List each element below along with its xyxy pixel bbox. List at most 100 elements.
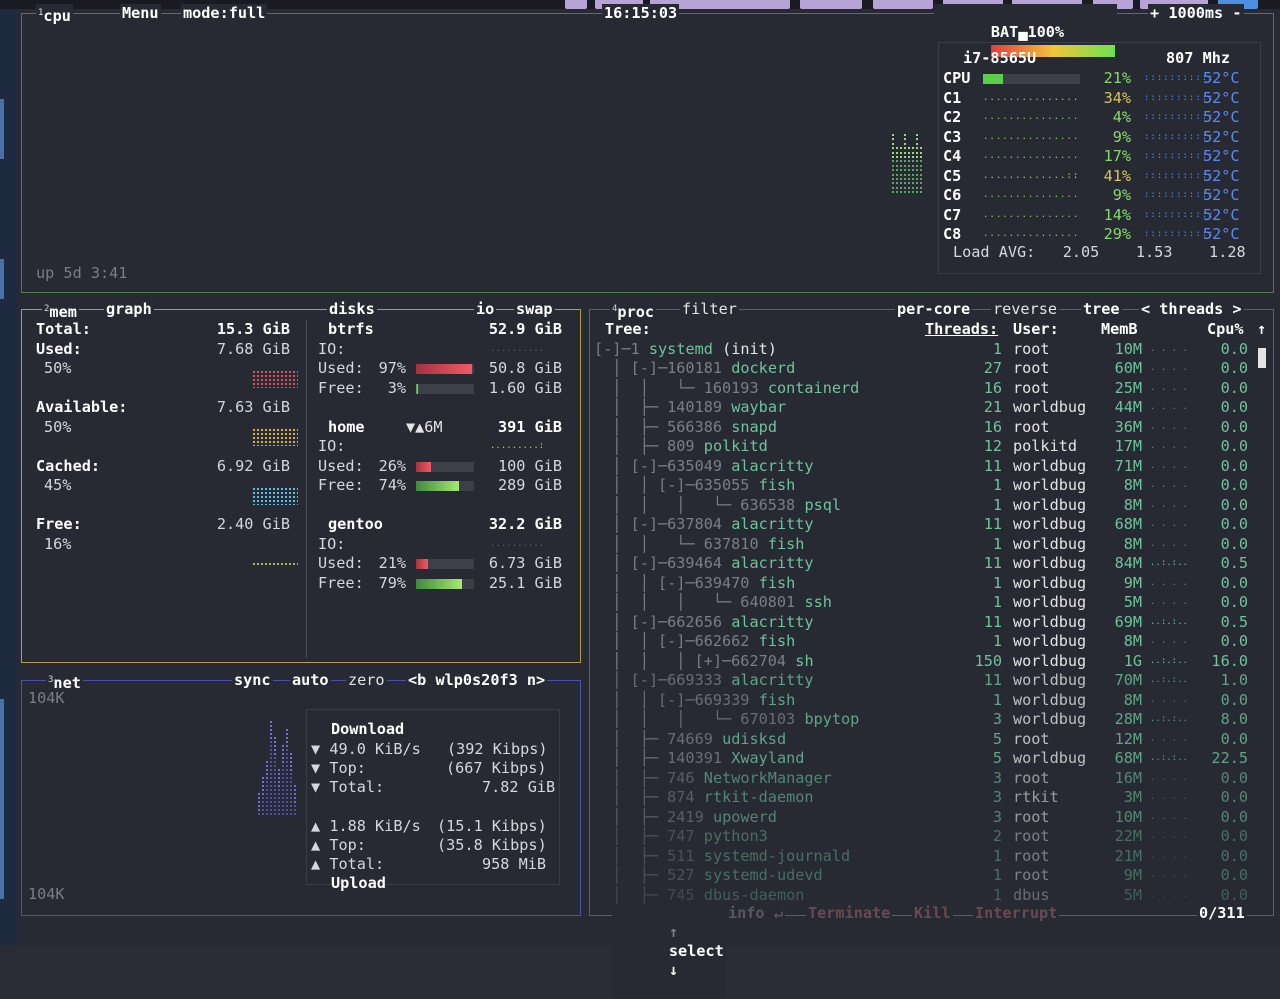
- net-zero-button[interactable]: zero: [346, 671, 387, 690]
- mem-label-1: Used:: [36, 339, 82, 358]
- process-row[interactable]: │ [-]─662656 alacritty 11 worldbug 69M..:.:…: [590, 613, 1260, 633]
- mode-button[interactable]: mode:full: [181, 4, 268, 23]
- process-row[interactable]: │ [-]─669333 alacritty 11 worldbug 70M..:.:…: [590, 671, 1260, 691]
- process-row[interactable]: │ │ └─ 637810 fish 1 worldbug 8M . . . . 0.0: [590, 535, 1260, 555]
- process-row[interactable]: │ [-]─160181 dockerd 27 root 60M . . . . 0.0: [590, 359, 1260, 379]
- core-percent: 9%: [1112, 186, 1131, 204]
- interval-minus-button[interactable]: -: [1232, 4, 1241, 22]
- process-row[interactable]: │ ├─ 511 systemd-journald 1 root 21M . . . .…: [590, 847, 1260, 867]
- process-row[interactable]: │ │ [-]─639470 fish 1 worldbug 9M . . . . 0.0: [590, 574, 1260, 594]
- net-next-button[interactable]: n>: [527, 671, 545, 689]
- core-graph: ..................::::: [983, 151, 1080, 161]
- process-cpu-graph: . . . .: [1150, 538, 1188, 549]
- process-cpu: 0.0: [1220, 437, 1248, 455]
- cpu-freq: 807 Mhz: [1166, 49, 1231, 67]
- process-row[interactable]: │ [-]─637804 alacritty 11 worldbug 68M . . .…: [590, 515, 1260, 535]
- process-threads: 21: [983, 398, 1002, 416]
- process-mem: 25M: [1114, 378, 1142, 397]
- cpu-panel: 1cpu Menu mode:full 16:15:03 BAT▄100% + …: [21, 4, 1274, 293]
- kill-button[interactable]: Kill: [912, 904, 953, 923]
- disks-title[interactable]: disks: [327, 300, 377, 319]
- process-cpu: 0.0: [1220, 339, 1248, 358]
- col-mem-header[interactable]: MemB: [1101, 320, 1138, 340]
- core-temp: 52°C: [1203, 166, 1240, 185]
- core-percent: 34%: [1103, 88, 1131, 107]
- col-threads-header[interactable]: Threads:: [925, 320, 998, 340]
- process-row[interactable]: │ ├─ 2419 upowerd 3 root 10M . . . . 0.0: [590, 808, 1260, 828]
- load-1: 2.05: [1062, 243, 1100, 261]
- process-row[interactable]: [-]─1 systemd (init) 1 root 10M . . . . 0.0: [590, 340, 1260, 360]
- reverse-toggle[interactable]: reverse: [991, 300, 1060, 319]
- process-threads: 11: [983, 612, 1002, 631]
- col-tree-header[interactable]: Tree:: [605, 320, 651, 340]
- process-row[interactable]: │ │ │ └─ 670103 bpytop 3 worldbug 28M..:.:.…: [590, 710, 1260, 730]
- process-threads: 150: [974, 651, 1002, 670]
- mem-graph-toggle[interactable]: graph: [104, 300, 154, 319]
- col-cpu-header[interactable]: Cpu%: [1207, 320, 1244, 340]
- process-tree-prefix: │ │ [-]─635055: [594, 476, 759, 494]
- process-cpu: 0.0: [1220, 456, 1248, 475]
- process-row[interactable]: │ ├─ 140189 waybar 21 worldbug 44M . . . . 0.…: [590, 398, 1260, 418]
- process-row[interactable]: │ ├─ 527 systemd-udevd 1 root 9M . . . . 0.0: [590, 866, 1260, 886]
- core-name: CPU: [943, 69, 971, 87]
- process-cpu: 22.5: [1211, 749, 1248, 767]
- interrupt-button[interactable]: Interrupt: [973, 904, 1060, 923]
- up-rate: 1.88 KiB/s: [329, 817, 421, 835]
- process-row[interactable]: │ │ │ └─ 636538 psql 1 worldbug 8M . . . . 0.…: [590, 496, 1260, 516]
- cpu-title[interactable]: cpu: [43, 7, 70, 25]
- topbar-widget[interactable]: [565, 0, 587, 9]
- menu-button[interactable]: Menu: [120, 4, 161, 23]
- process-row[interactable]: │ │ [-]─662662 fish 1 worldbug 8M . . . . 0.0: [590, 632, 1260, 652]
- topbar-widget[interactable]: [873, 0, 933, 9]
- terminate-button[interactable]: Terminate: [806, 904, 893, 923]
- mem-label-0: Total:: [36, 320, 91, 338]
- core-graph: ...................:::: [983, 209, 1080, 220]
- process-row[interactable]: │ │ └─ 160193 containerd 16 root 25M . . . .…: [590, 379, 1260, 399]
- process-row[interactable]: │ [-]─635049 alacritty 11 worldbug 71M . . .…: [590, 457, 1260, 477]
- topbar-widget[interactable]: [800, 0, 862, 9]
- process-row[interactable]: │ ├─ 745 dbus-daemon 1 dbus 5M . . . . 0.0: [590, 886, 1260, 906]
- select-down-arrow[interactable]: ↓: [669, 961, 678, 979]
- process-user: root: [1013, 846, 1050, 865]
- process-threads: 2: [992, 827, 1002, 845]
- process-cpu: 0.5: [1220, 554, 1248, 572]
- sort-selector[interactable]: < threads >: [1139, 300, 1244, 319]
- process-cpu-graph: ..:.:..: [1150, 714, 1188, 724]
- process-row[interactable]: │ ├─ 874 rtkit-daemon 3 rtkit 3M . . . . 0.0: [590, 788, 1260, 808]
- process-row[interactable]: │ │ │ [+]─662704 sh 150 worldbug 1G..:.:.. 1…: [590, 652, 1260, 672]
- process-name: python3: [703, 827, 768, 845]
- process-row[interactable]: │ ├─ 74669 udisksd 5 root 12M . . . . 0.0: [590, 730, 1260, 750]
- process-row[interactable]: │ │ [-]─635055 fish 1 worldbug 8M . . . . 0.0: [590, 476, 1260, 496]
- process-row[interactable]: │ │ [-]─669339 fish 1 worldbug 8M . . . . 0.0: [590, 691, 1260, 711]
- col-user-header[interactable]: User:: [1013, 320, 1059, 340]
- disks-swap-toggle[interactable]: swap: [514, 300, 555, 319]
- proc-title[interactable]: proc: [617, 303, 654, 321]
- process-cpu-graph: . . . .: [1150, 811, 1188, 822]
- scroll-up-icon[interactable]: ↑: [1257, 320, 1266, 340]
- process-row[interactable]: │ ├─ 140391 Xwayland 5 worldbug 68M..:.:.. 2…: [590, 749, 1260, 769]
- disk-io-graph: .........:: [490, 441, 545, 451]
- process-cpu: 0.0: [1220, 515, 1248, 533]
- process-row[interactable]: │ ├─ 809 polkitd 12 polkitd 17M . . . . 0.0: [590, 437, 1260, 457]
- net-prev-button[interactable]: <b: [408, 671, 426, 689]
- up-arrow-icon: ▲: [311, 817, 321, 835]
- disk-used-percent: 21%: [378, 554, 406, 572]
- per-core-toggle[interactable]: per-core: [895, 300, 973, 319]
- mem-title[interactable]: mem: [49, 303, 76, 321]
- process-row[interactable]: │ │ │ └─ 640801 ssh 1 worldbug 5M . . . . 0.0: [590, 593, 1260, 613]
- process-row[interactable]: │ [-]─639464 alacritty 11 worldbug 84M..:.:…: [590, 554, 1260, 574]
- interval-plus-button[interactable]: +: [1150, 4, 1159, 22]
- select-up-arrow[interactable]: ↑: [669, 923, 678, 941]
- info-button[interactable]: info: [728, 904, 765, 922]
- net-sync-button[interactable]: sync: [232, 671, 273, 690]
- process-user: worldbug: [1013, 534, 1087, 553]
- net-auto-button[interactable]: auto: [290, 671, 331, 690]
- disks-io-toggle[interactable]: io: [474, 300, 497, 319]
- process-row[interactable]: │ ├─ 566386 snapd 16 root 36M . . . . 0.0: [590, 418, 1260, 438]
- process-row[interactable]: │ ├─ 747 python3 2 root 22M . . . . 0.0: [590, 827, 1260, 847]
- mem-label-3: Cached:: [36, 456, 101, 475]
- process-row[interactable]: │ ├─ 746 NetworkManager 3 root 16M . . . . 0.…: [590, 769, 1260, 789]
- proc-filter[interactable]: filter: [680, 300, 739, 319]
- tree-toggle[interactable]: tree: [1081, 300, 1122, 319]
- process-mem: 69M: [1114, 612, 1142, 631]
